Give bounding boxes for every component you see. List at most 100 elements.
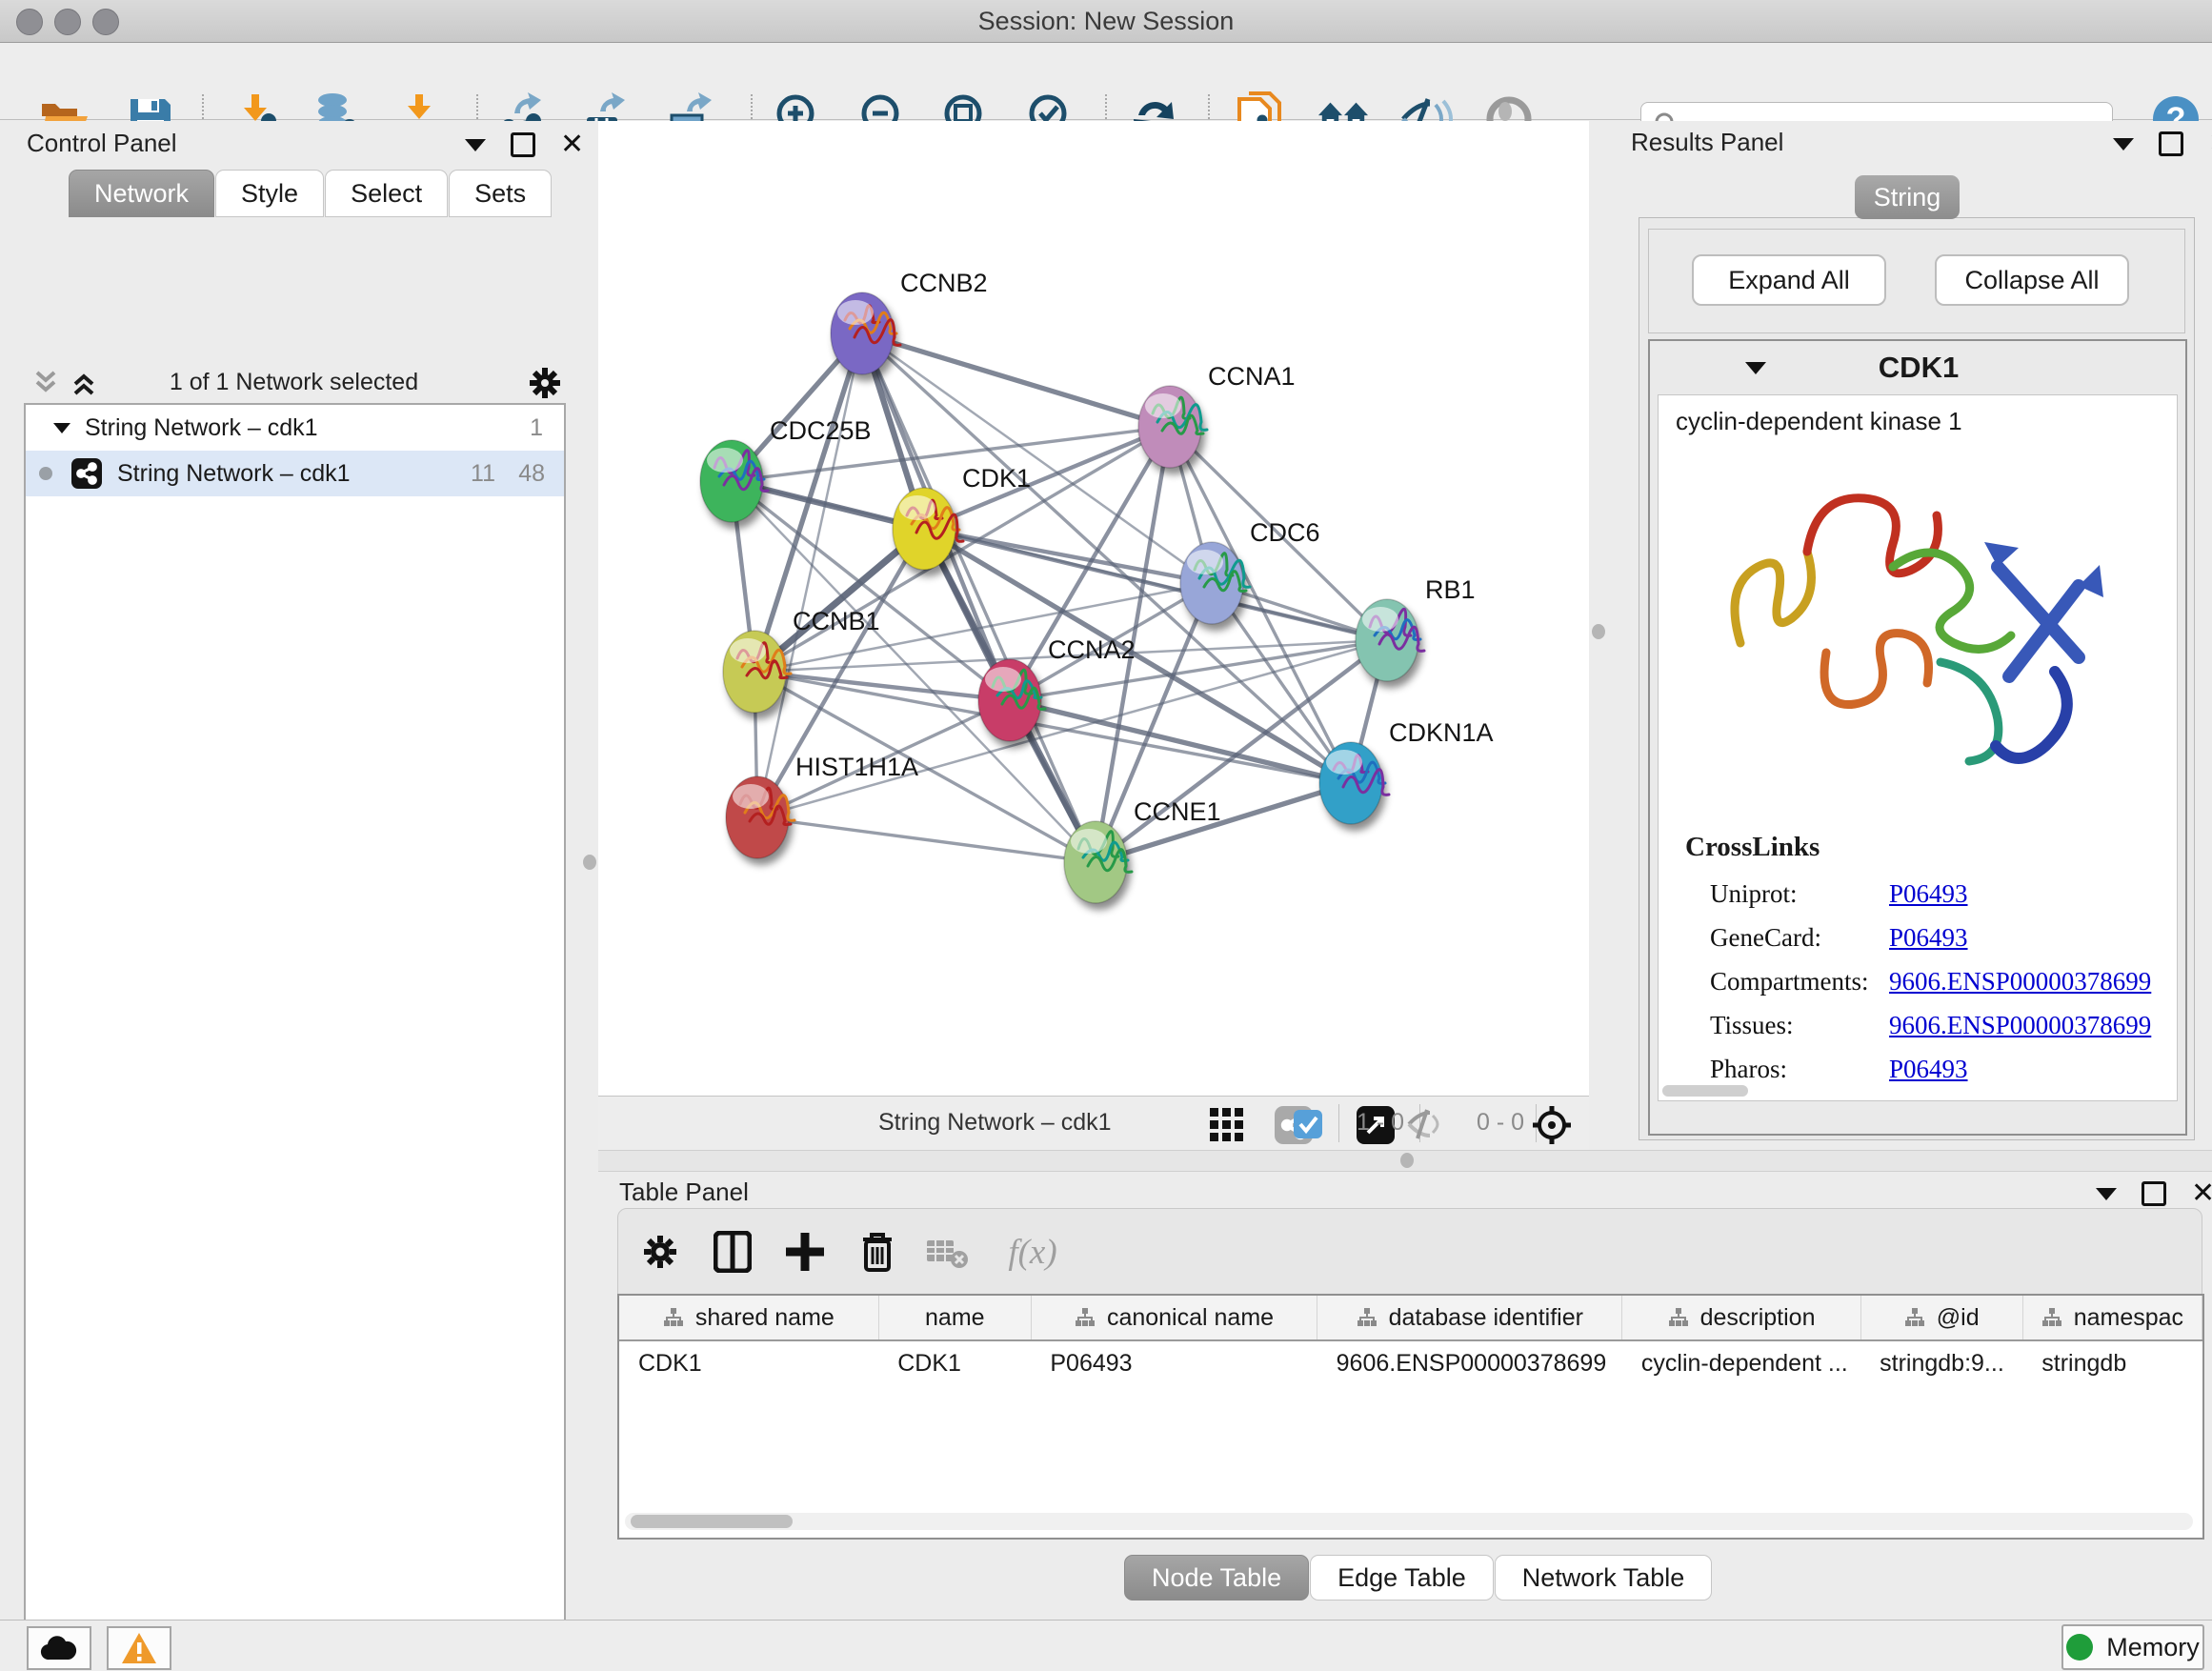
node-table-grid[interactable]: shared namenamecanonical namedatabase id… [619, 1296, 2202, 1385]
collection-expand-triangle-icon[interactable] [52, 420, 71, 435]
birdseye-grid-icon[interactable] [1206, 1104, 1248, 1146]
table-cell[interactable]: 9606.ENSP00000378699 [1317, 1340, 1622, 1385]
expand-collapse-row: Expand All Collapse All [1648, 229, 2185, 333]
node-RB1[interactable]: RB1 [1356, 575, 1476, 681]
table-tabs: Node TableEdge TableNetwork Table [1124, 1555, 1713, 1601]
network-canvas[interactable]: CCNB2CCNA1CDC25BCDK1CDC6RB1CCNB1CCNA2CDK… [598, 121, 1589, 1096]
edge-CCNB2-CCNA1[interactable] [862, 333, 1170, 427]
panel-close-icon[interactable]: ✕ [2191, 1184, 2212, 1203]
table-gear-icon[interactable] [637, 1226, 683, 1278]
panel-float-icon[interactable] [511, 132, 535, 157]
table-row[interactable]: CDK1CDK1P064939606.ENSP00000378699cyclin… [619, 1340, 2202, 1385]
network-row-selected[interactable]: String Network – cdk1 11 48 [26, 451, 564, 496]
panel-close-icon[interactable]: ✕ [560, 135, 584, 154]
column-header-description[interactable]: description [1622, 1296, 1860, 1340]
tab-network-table[interactable]: Network Table [1495, 1555, 1713, 1601]
column-header-canonical-name[interactable]: canonical name [1031, 1296, 1317, 1340]
delete-table-icon[interactable] [925, 1226, 971, 1278]
panel-menu-icon[interactable] [2113, 138, 2134, 151]
right-splitter-handle[interactable] [1592, 624, 1605, 639]
table-cell[interactable]: stringdb:9... [1860, 1340, 2022, 1385]
hidden-eye-slash-icon[interactable] [1406, 1108, 1444, 1140]
column-header-database-identifier[interactable]: database identifier [1317, 1296, 1622, 1340]
crosslink-label: Tissues: [1710, 1011, 1889, 1040]
shared-column-icon [1075, 1307, 1096, 1328]
crosslink-label: Compartments: [1710, 967, 1889, 997]
node-table: shared namenamecanonical namedatabase id… [617, 1294, 2204, 1540]
network-edges [732, 333, 1387, 862]
delete-column-trash-icon[interactable] [855, 1226, 900, 1278]
left-splitter-handle[interactable] [583, 855, 596, 870]
panel-menu-icon[interactable] [465, 139, 486, 151]
node-CCNA1[interactable]: CCNA1 [1138, 362, 1296, 468]
column-header-@id[interactable]: @id [1860, 1296, 2022, 1340]
node-label-CCNE1: CCNE1 [1134, 797, 1221, 826]
crosslink-label: Pharos: [1710, 1055, 1889, 1084]
tab-node-table[interactable]: Node Table [1124, 1555, 1309, 1601]
panel-close-icon[interactable]: ✕ [2208, 134, 2212, 153]
network-graph[interactable]: CCNB2CCNA1CDC25BCDK1CDC6RB1CCNB1CCNA2CDK… [598, 121, 1589, 1096]
tab-sets[interactable]: Sets [449, 170, 552, 217]
node-highlight [985, 667, 1021, 692]
crosslink-value-link[interactable]: P06493 [1889, 879, 1968, 909]
tab-network[interactable]: Network [69, 170, 214, 217]
edge-CCNA2-CDKN1A[interactable] [1010, 700, 1351, 783]
horizontal-splitter[interactable] [598, 1150, 2212, 1172]
warning-status-button[interactable] [107, 1626, 171, 1670]
add-column-icon[interactable] [782, 1226, 828, 1278]
selected-checkbox-icon[interactable] [1294, 1110, 1322, 1138]
horizontal-splitter-handle[interactable] [1400, 1153, 1414, 1168]
crosslink-value-link[interactable]: P06493 [1889, 923, 1968, 953]
tab-style[interactable]: Style [215, 170, 324, 217]
network-options-gear-icon[interactable] [527, 365, 563, 401]
table-cell[interactable]: cyclin-dependent ... [1622, 1340, 1860, 1385]
edge-CCNB2-CCNE1[interactable] [862, 333, 1096, 862]
cloud-status-button[interactable] [27, 1626, 91, 1670]
memory-button[interactable]: Memory [2061, 1624, 2204, 1670]
table-cell[interactable]: CDK1 [878, 1340, 1031, 1385]
tab-string[interactable]: String [1855, 175, 1960, 219]
gene-description: cyclin-dependent kinase 1 [1676, 407, 1962, 436]
function-builder-fx[interactable]: f(x) [990, 1226, 1076, 1278]
node-highlight [1187, 550, 1223, 574]
column-header-shared-name[interactable]: shared name [619, 1296, 878, 1340]
selected-count: 1 - 0 [1357, 1109, 1404, 1137]
tab-select[interactable]: Select [325, 170, 448, 217]
shared-column-icon [1668, 1307, 1689, 1328]
node-count: 11 [471, 460, 495, 488]
gene-collapse-triangle-icon[interactable] [1745, 362, 1766, 374]
network-collection-row[interactable]: String Network – cdk1 1 [26, 405, 564, 451]
memory-label: Memory [2106, 1633, 2200, 1662]
table-hscrollbar[interactable] [625, 1513, 2193, 1530]
gene-card-scrollbar[interactable] [1662, 1085, 1748, 1097]
edge-HIST1H1A-CCNE1[interactable] [757, 817, 1096, 862]
table-cell[interactable]: P06493 [1031, 1340, 1317, 1385]
cloud-icon [40, 1635, 78, 1661]
node-CDKN1A[interactable]: CDKN1A [1319, 718, 1494, 824]
panel-menu-icon[interactable] [2096, 1188, 2117, 1200]
table-cell[interactable]: stringdb [2022, 1340, 2202, 1385]
column-header-namespac[interactable]: namespac [2022, 1296, 2202, 1340]
node-highlight [733, 784, 769, 809]
fit-crosshair-icon[interactable] [1530, 1103, 1574, 1147]
crosslink-value-link[interactable]: P06493 [1889, 1055, 1968, 1084]
node-CDC25B[interactable]: CDC25B [700, 416, 872, 522]
panel-float-icon[interactable] [2159, 131, 2183, 156]
gene-card-header[interactable]: CDK1 [1650, 341, 2185, 394]
column-header-name[interactable]: name [878, 1296, 1031, 1340]
warning-icon [121, 1632, 157, 1664]
table-panel-header-icons: ✕ [2096, 1181, 2212, 1206]
show-columns-icon[interactable] [710, 1226, 755, 1278]
collapse-all-button[interactable]: Collapse All [1935, 254, 2129, 306]
node-CCNB2[interactable]: CCNB2 [831, 269, 988, 374]
table-hscrollbar-thumb[interactable] [631, 1515, 793, 1528]
network-selection-status-row: 1 of 1 Network selected [24, 361, 564, 403]
table-cell[interactable]: CDK1 [619, 1340, 878, 1385]
expand-all-button[interactable]: Expand All [1692, 254, 1886, 306]
crosslink-value-link[interactable]: 9606.ENSP00000378699 [1889, 967, 2151, 997]
tab-edge-table[interactable]: Edge Table [1310, 1555, 1494, 1601]
edge-CCNB2-HIST1H1A[interactable] [757, 333, 862, 817]
window-title: Session: New Session [0, 7, 2212, 36]
panel-float-icon[interactable] [2142, 1181, 2166, 1206]
crosslink-value-link[interactable]: 9606.ENSP00000378699 [1889, 1011, 2151, 1040]
